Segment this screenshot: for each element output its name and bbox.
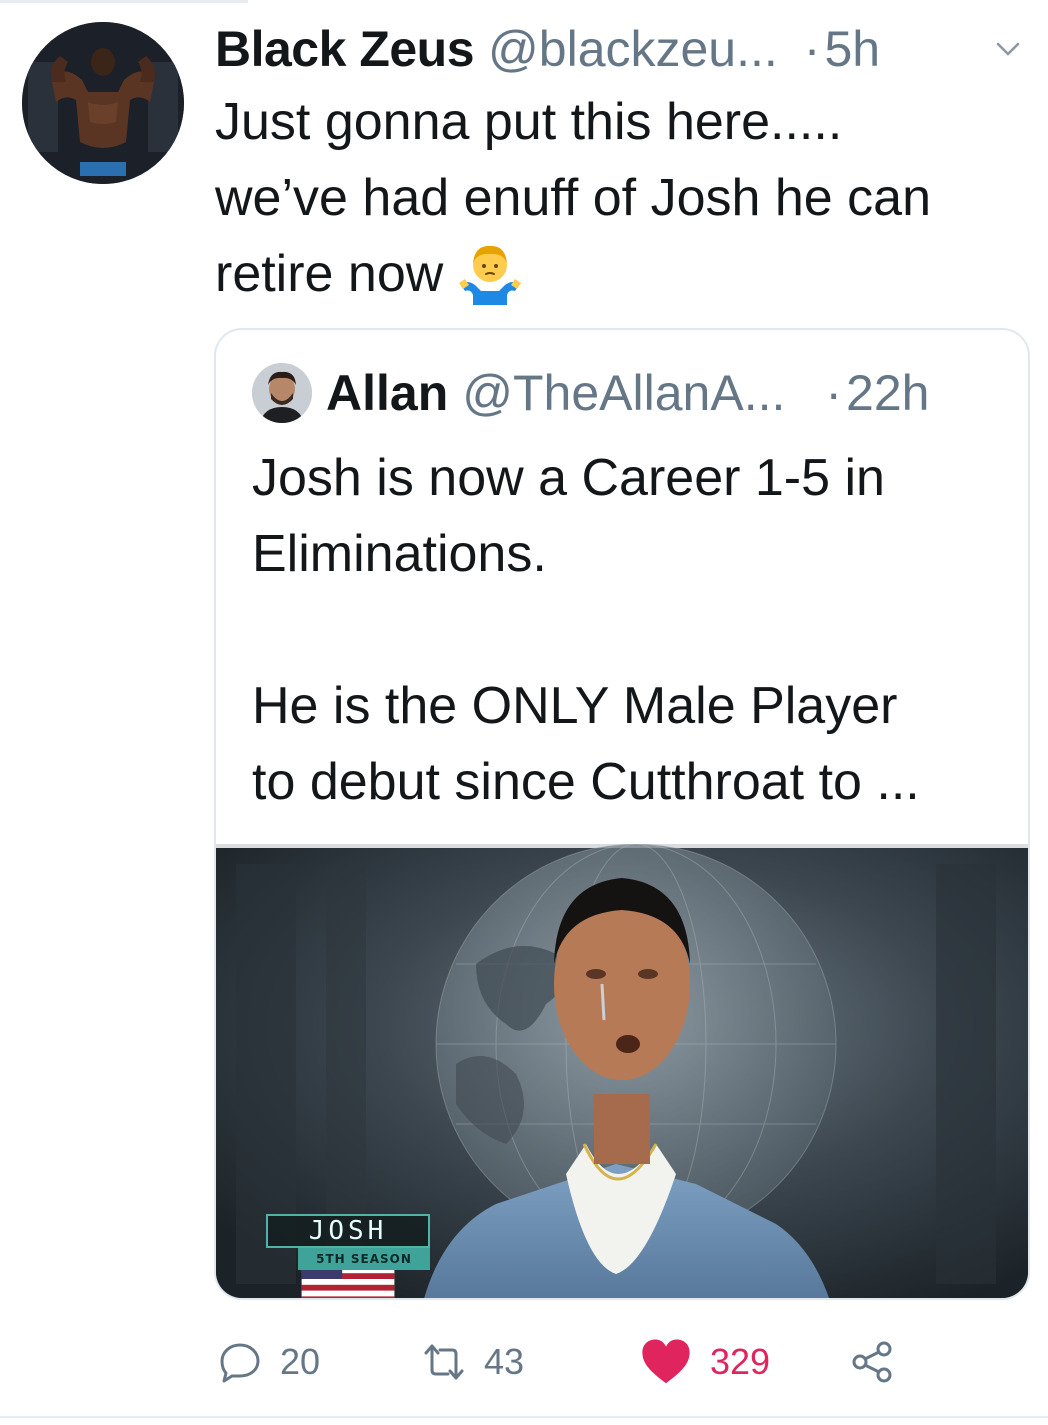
like-button[interactable]: 329	[640, 1330, 770, 1394]
quoted-author-handle[interactable]: @TheAllanA...	[462, 364, 785, 422]
tweet-time[interactable]: 5h	[824, 20, 880, 78]
lower-third-subtitle: 5TH SEASON	[298, 1248, 430, 1270]
share-icon	[852, 1341, 892, 1383]
quoted-text-blank-line	[252, 592, 1012, 668]
quoted-author-name[interactable]: Allan	[326, 364, 448, 422]
lower-third-name: JOSH	[266, 1214, 430, 1248]
tweet-text-line: retire now	[215, 236, 1025, 312]
retweet-count: 43	[484, 1341, 525, 1382]
share-button[interactable]	[850, 1330, 894, 1394]
quoted-text-line: to debut since Cutthroat to ...	[252, 753, 920, 811]
quoted-separator-dot: ·	[825, 365, 843, 421]
quoted-text-line: He is the ONLY Male Player	[252, 677, 898, 735]
quoted-text-line: Josh is now a Career 1-5 in	[252, 449, 885, 507]
like-count: 329	[710, 1341, 771, 1382]
tweet-text: Just gonna put this here..... we’ve had …	[215, 84, 1025, 312]
chevron-down-icon[interactable]	[993, 34, 1023, 64]
separator-dot: ·	[803, 21, 821, 77]
reply-button[interactable]: 20	[218, 1330, 320, 1394]
man-shrugging-emoji	[459, 245, 522, 305]
tweet-text-line: we’ve had enuff of Josh he can	[215, 169, 931, 227]
quoted-tweet-image[interactable]: JOSH 5TH SEASON	[216, 844, 1028, 1298]
author-avatar[interactable]	[22, 22, 184, 184]
retweet-icon	[424, 1344, 464, 1380]
quoted-tweet-time[interactable]: 22h	[846, 364, 929, 422]
quoted-tweet-header: Allan @TheAllanA... · 22h	[252, 360, 1012, 426]
top-divider	[0, 0, 248, 3]
author-handle[interactable]: @blackzeu...	[488, 20, 778, 78]
quoted-tweet[interactable]: Allan @TheAllanA... · 22h Josh is now a …	[214, 328, 1030, 1300]
quoted-text-line: Eliminations.	[252, 525, 547, 583]
quoted-tweet-text: Josh is now a Career 1-5 in Eliminations…	[252, 440, 1012, 820]
bottom-divider	[0, 1416, 1048, 1418]
quoted-author-avatar	[252, 363, 312, 423]
tweet-action-bar: 20 43 329	[218, 1330, 1028, 1394]
heart-icon	[642, 1339, 690, 1384]
tweet-header: Black Zeus @blackzeu... · 5h	[215, 18, 1025, 80]
tweet-text-line: Just gonna put this here.....	[215, 93, 843, 151]
lower-third-caption: JOSH 5TH SEASON	[266, 1214, 430, 1298]
retweet-button[interactable]: 43	[422, 1330, 524, 1394]
reply-count: 20	[280, 1341, 321, 1382]
author-name[interactable]: Black Zeus	[215, 20, 475, 78]
reply-icon	[220, 1343, 260, 1383]
